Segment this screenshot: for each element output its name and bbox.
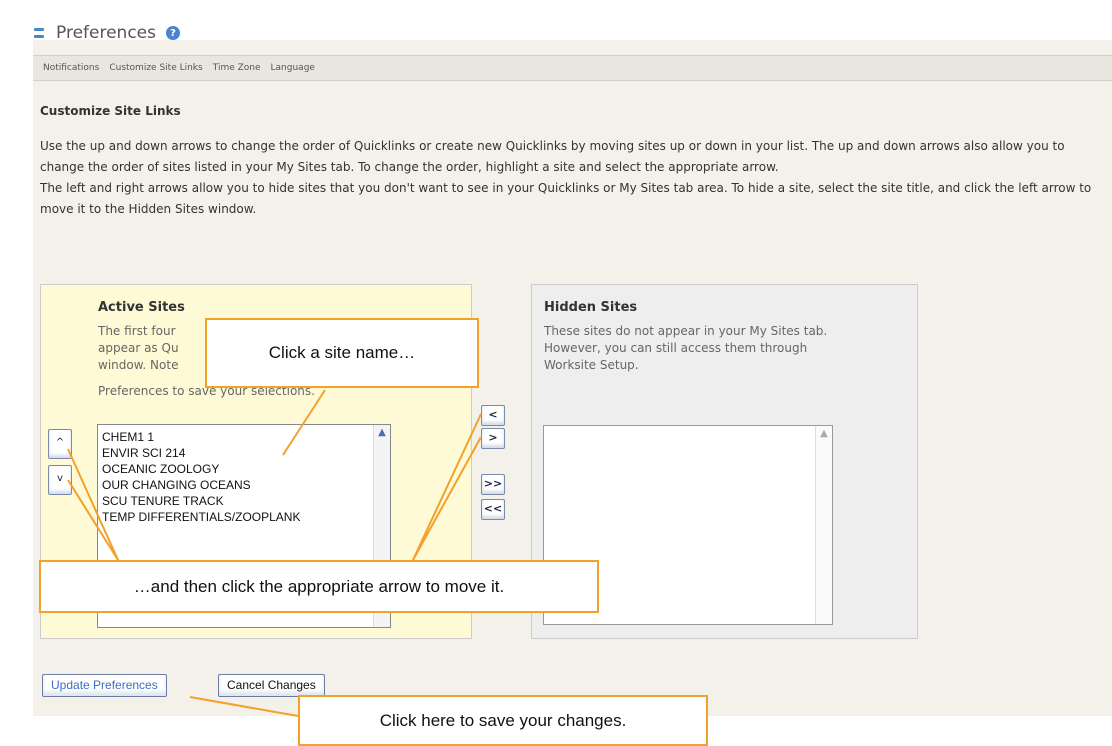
active-site-item[interactable]: ENVIR SCI 214 — [102, 445, 370, 461]
scroll-up-icon[interactable]: ▲ — [818, 428, 830, 440]
nav-notifications[interactable]: Notifications — [43, 63, 99, 73]
active-site-item[interactable]: TEMP DIFFERENTIALS/ZOOPLANK — [102, 509, 370, 525]
callout-click-arrow: …and then click the appropriate arrow to… — [39, 560, 599, 613]
help-icon[interactable]: ? — [165, 26, 180, 40]
nav-language[interactable]: Language — [271, 63, 315, 73]
page-header: Preferences ? — [34, 18, 180, 48]
scroll-up-icon[interactable]: ▲ — [376, 427, 388, 439]
cancel-changes-button[interactable]: Cancel Changes — [218, 674, 325, 697]
active-sites-text-2: appear as Qu — [98, 341, 179, 355]
callout-save: Click here to save your changes. — [298, 695, 708, 746]
active-site-item[interactable]: OCEANIC ZOOLOGY — [102, 461, 370, 477]
active-site-item[interactable]: CHEM1 1 — [102, 429, 370, 445]
move-all-right-button[interactable]: >> — [481, 474, 505, 495]
hidden-list-scrollbar[interactable]: ▲ — [815, 426, 832, 624]
instructions-paragraph-1: Use the up and down arrows to change the… — [40, 139, 1065, 174]
update-preferences-button[interactable]: Update Preferences — [42, 674, 167, 697]
move-right-button[interactable]: > — [481, 428, 505, 449]
active-site-item[interactable]: SCU TENURE TRACK — [102, 493, 370, 509]
nav-time-zone[interactable]: Time Zone — [213, 63, 261, 73]
move-all-left-button[interactable]: << — [481, 499, 505, 520]
move-down-button[interactable]: v — [48, 465, 72, 495]
hidden-sites-text: These sites do not appear in your My Sit… — [544, 324, 828, 372]
instructions-paragraph-2: The left and right arrows allow you to h… — [40, 181, 1092, 216]
active-sites-title: Active Sites — [98, 300, 185, 315]
active-sites-text-1: The first four — [98, 324, 176, 338]
active-site-item[interactable]: OUR CHANGING OCEANS — [102, 477, 370, 493]
preferences-nav: Notifications Customize Site Links Time … — [33, 55, 1112, 81]
section-title: Customize Site Links — [40, 104, 181, 118]
hidden-sites-title: Hidden Sites — [544, 300, 638, 315]
active-sites-text-3: window. Note — [98, 358, 179, 372]
nav-customize-site-links[interactable]: Customize Site Links — [109, 63, 202, 73]
page-title: Preferences — [56, 23, 156, 43]
tool-icon — [34, 27, 44, 39]
move-up-button[interactable]: ^ — [48, 429, 72, 459]
move-left-button[interactable]: < — [481, 405, 505, 426]
callout-click-site: Click a site name… — [205, 318, 479, 388]
instructions: Use the up and down arrows to change the… — [40, 136, 1102, 220]
